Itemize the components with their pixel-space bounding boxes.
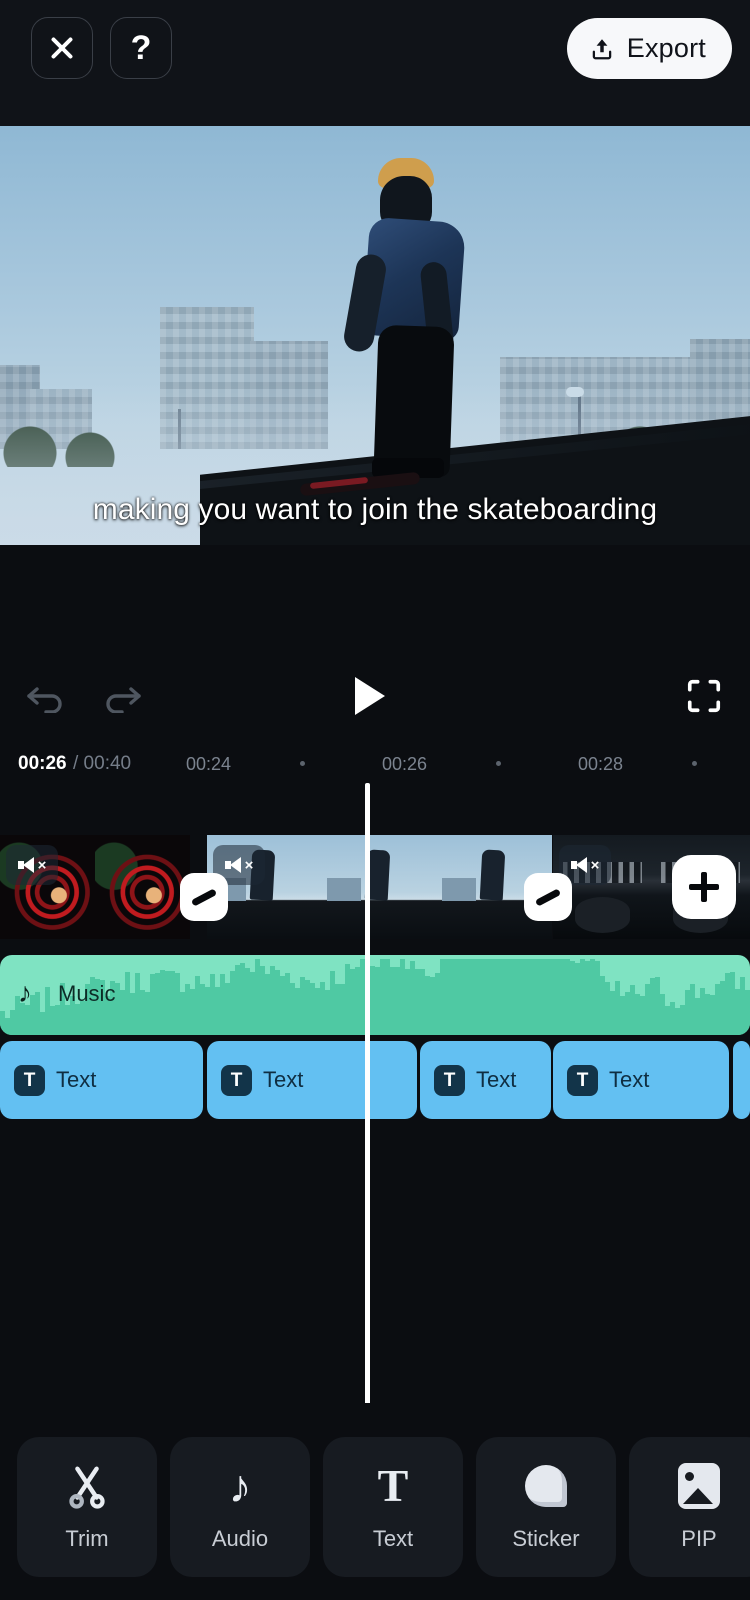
text-t-icon: T: [377, 1460, 409, 1511]
music-track-label: Music: [58, 981, 116, 1006]
tool-audio[interactable]: ♪ Audio: [170, 1437, 310, 1577]
top-bar: ? Export: [0, 0, 750, 126]
tool-sticker[interactable]: Sticker: [476, 1437, 616, 1577]
fullscreen-button[interactable]: [680, 673, 728, 719]
undo-arrow-icon: [27, 687, 62, 713]
picture-in-picture-icon: [675, 1462, 723, 1510]
music-note-icon: ♪: [228, 1460, 252, 1512]
sticker-icon: [522, 1462, 570, 1510]
tool-label: PIP: [681, 1526, 717, 1551]
fullscreen-icon: [687, 679, 721, 713]
ruler-tick-dot: [496, 761, 501, 766]
video-track[interactable]: × × ×: [0, 835, 750, 939]
tool-label: Text: [372, 1526, 414, 1551]
undo-button[interactable]: [18, 673, 74, 719]
play-triangle-icon: [355, 677, 385, 715]
scissors-icon: [63, 1462, 111, 1510]
tool-pip[interactable]: PIP: [629, 1437, 750, 1577]
timeline-ruler[interactable]: 00:26 / 00:40 00:24 00:26 00:28: [0, 745, 750, 783]
text-clip-label: Text: [263, 1067, 304, 1092]
caption-text: making you want to join the skateboardin…: [92, 493, 658, 526]
text-t-icon: T: [14, 1064, 45, 1096]
text-clip-label: Text: [56, 1067, 97, 1092]
transition-none-icon: [534, 887, 562, 907]
video-preview[interactable]: making you want to join the skateboardin…: [0, 126, 750, 545]
speaker-muted-icon: [17, 857, 35, 873]
music-note-icon: ♪: [18, 977, 32, 1008]
ruler-tick-dot: [300, 761, 305, 766]
export-button[interactable]: Export: [566, 18, 732, 79]
upload-icon: [592, 38, 612, 59]
total-time: / 00:40: [73, 753, 132, 774]
ruler-tick-label: 00:26: [382, 754, 428, 774]
ruler-tick-label: 00:24: [186, 754, 232, 774]
text-clip-label: Text: [609, 1067, 650, 1092]
text-t-icon: T: [567, 1064, 598, 1096]
close-button[interactable]: [31, 17, 93, 79]
help-question-icon: ?: [130, 29, 152, 67]
ruler-tick-dot: [692, 761, 697, 766]
music-track-clip[interactable]: ♪ Music: [0, 955, 750, 1035]
text-clip-3[interactable]: T Text: [420, 1041, 551, 1119]
text-clip-label: Text: [476, 1067, 517, 1092]
tool-label: Audio: [211, 1526, 269, 1551]
tool-label: Trim: [65, 1526, 109, 1551]
play-button[interactable]: [340, 667, 400, 725]
text-track[interactable]: T Text T Text T Text T Text: [0, 1041, 750, 1119]
transition-button-1[interactable]: [180, 873, 228, 921]
close-icon: [49, 35, 75, 61]
tool-text[interactable]: T Text: [323, 1437, 463, 1577]
skater-figure: [318, 158, 508, 488]
playhead[interactable]: [365, 783, 370, 1403]
text-t-icon: T: [434, 1064, 465, 1096]
text-clip-4[interactable]: T Text: [553, 1041, 729, 1119]
tool-trim[interactable]: Trim: [17, 1437, 157, 1577]
text-clip-1[interactable]: T Text: [0, 1041, 203, 1119]
speaker-muted-icon: [570, 857, 588, 873]
mute-badge-clip-1[interactable]: ×: [6, 845, 58, 885]
playback-controls: [0, 545, 750, 745]
export-label: Export: [626, 33, 706, 63]
redo-arrow-icon: [106, 687, 141, 713]
text-clip-2[interactable]: T Text: [207, 1041, 417, 1119]
video-editor-screen: ? Export making you want to join the ska…: [0, 0, 750, 1600]
timeline[interactable]: × × × ♪ Music T Text T Text T Text T Tex…: [0, 783, 750, 1403]
current-time: 00:26: [18, 753, 67, 774]
text-t-icon: T: [221, 1064, 252, 1096]
plus-icon: [689, 872, 719, 902]
add-clip-button[interactable]: [672, 855, 736, 919]
bottom-toolbar: Trim ♪ Audio T Text Sticker PIP: [0, 1414, 750, 1600]
text-clip-5[interactable]: [733, 1041, 750, 1119]
redo-button[interactable]: [94, 673, 150, 719]
transition-button-2[interactable]: [524, 873, 572, 921]
speaker-muted-icon: [224, 857, 242, 873]
tool-label: Sticker: [512, 1526, 580, 1551]
transition-none-icon: [190, 887, 218, 907]
help-button[interactable]: ?: [110, 17, 172, 79]
ruler-tick-label: 00:28: [578, 754, 624, 774]
